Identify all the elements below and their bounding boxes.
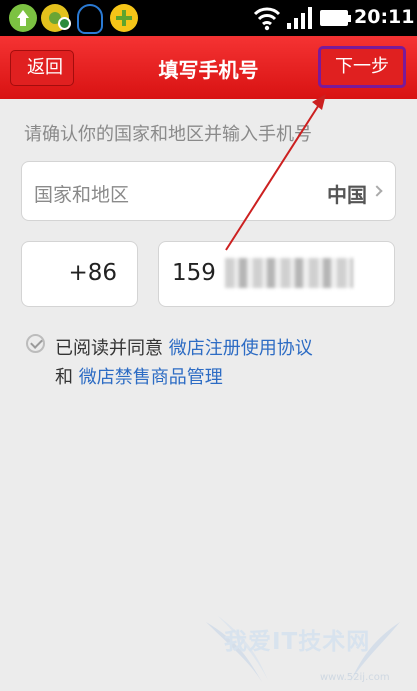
check-badge-icon xyxy=(58,17,71,30)
agreement-prefix: 已阅读并同意 xyxy=(55,338,163,359)
title-bar: 返回 填写手机号 下一步 xyxy=(0,36,417,99)
country-label: 国家和地区 xyxy=(34,184,130,206)
qq-icon xyxy=(77,4,103,34)
country-code-value: +86 xyxy=(68,260,117,286)
phone-number-value: 159 xyxy=(172,260,216,286)
agreement-connector: 和 xyxy=(55,367,73,388)
plus-icon xyxy=(110,4,138,32)
redacted-digits xyxy=(225,258,353,288)
watermark-text: 我爱IT技术网 xyxy=(224,629,371,655)
status-bar: 20:11 xyxy=(0,0,417,36)
chevron-right-icon xyxy=(371,185,383,197)
country-code-field[interactable]: +86 xyxy=(21,241,138,307)
agreement-line-1: 已阅读并同意 微店注册使用协议 xyxy=(55,334,313,360)
agreement-checkbox[interactable] xyxy=(26,334,45,353)
watermark-url: www.52ij.com xyxy=(320,672,390,683)
phone-number-input[interactable]: 159 xyxy=(158,241,395,307)
country-value: 中国 xyxy=(327,183,367,207)
signal-icon xyxy=(287,7,313,29)
service-agreement-link[interactable]: 微店注册使用协议 xyxy=(169,338,313,359)
instruction-text: 请确认你的国家和地区并输入手机号 xyxy=(24,124,312,145)
battery-icon xyxy=(320,10,351,26)
next-step-button[interactable]: 下一步 xyxy=(318,46,406,88)
update-icon xyxy=(9,4,37,32)
agreement-line-2: 和 微店禁售商品管理 xyxy=(55,363,223,389)
prohibited-goods-link[interactable]: 微店禁售商品管理 xyxy=(79,367,223,388)
country-selector[interactable]: 国家和地区 中国 xyxy=(21,161,396,221)
wifi-icon xyxy=(253,7,281,31)
clock: 20:11 xyxy=(354,6,415,28)
